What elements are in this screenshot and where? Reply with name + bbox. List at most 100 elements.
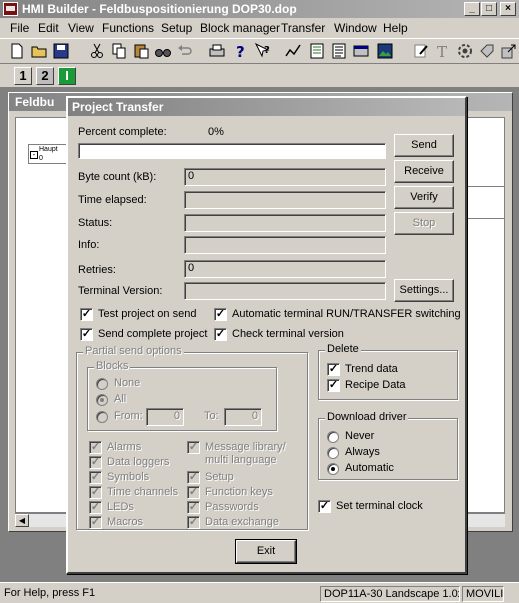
function-keys-label: Function keys [205,486,273,498]
settings-button[interactable]: Settings... [394,279,454,302]
data-loggers-label: Data loggers [107,456,170,468]
percent-complete-label: Percent complete: [78,126,167,138]
menu-edit[interactable]: Edit [38,21,59,35]
image-icon[interactable] [376,42,394,60]
blocks-all-radio[interactable] [96,394,108,406]
screen-info-button[interactable]: I [58,67,76,85]
percent-complete-value: 0% [208,126,224,138]
test-project-checkbox[interactable]: ✓ [80,308,93,321]
trend-data-checkbox[interactable]: ✓ [327,363,340,376]
data-exchange-checkbox[interactable]: ✓ [187,516,200,529]
menu-transfer[interactable]: Transfer [281,21,325,35]
receive-button[interactable]: Receive [394,160,454,183]
blocks-from-field[interactable]: 0 [146,408,184,426]
driver-automatic-radio[interactable] [327,463,339,475]
terminal-version-label: Terminal Version: [78,285,163,297]
new-file-icon[interactable] [8,42,26,60]
set-clock-checkbox[interactable]: ✓ [318,500,331,513]
export-icon[interactable] [500,42,518,60]
screen-toolbar: 1 2 I [0,64,519,88]
print-icon[interactable] [208,42,226,60]
screen-1-button[interactable]: 1 [14,67,32,85]
blocks-none-radio[interactable] [96,378,108,390]
copy-icon[interactable] [110,42,128,60]
close-button[interactable]: × [500,2,516,16]
settings-gear-icon[interactable] [456,42,474,60]
send-complete-checkbox[interactable]: ✓ [80,328,93,341]
edit-icon[interactable] [412,42,430,60]
svg-text:?: ? [236,43,245,60]
blocks-to-field[interactable]: 0 [224,408,262,426]
menu-block-manager[interactable]: Block manager [200,21,280,35]
window-icon[interactable] [352,42,370,60]
macros-label: Macros [107,516,144,528]
function-keys-checkbox[interactable]: ✓ [187,486,200,499]
menu-help[interactable]: Help [383,21,408,35]
send-button[interactable]: Send [394,134,454,157]
send-complete-label: Send complete project [98,328,208,340]
app-title-bar[interactable]: HMI Builder - Feldbuspositionierung DOP3… [0,0,519,18]
text-tool-icon[interactable]: T [434,42,452,61]
blocks-title: Blocks [94,360,131,372]
retries-label: Retries: [78,264,116,276]
blocks-none-label: None [114,377,141,389]
time-channels-label: Time channels [107,486,179,498]
block-list-icon[interactable] [308,42,326,60]
data-loggers-checkbox[interactable]: ✓ [89,456,102,469]
save-icon[interactable] [52,42,70,60]
symbols-checkbox[interactable]: ✓ [89,471,102,484]
screen-2-button[interactable]: 2 [36,67,54,85]
progress-bar [78,143,386,159]
menu-window[interactable]: Window [334,21,377,35]
stop-button[interactable]: Stop [394,212,454,235]
cut-icon[interactable] [88,42,106,60]
macros-checkbox[interactable]: ✓ [89,516,102,529]
check-version-checkbox[interactable]: ✓ [214,328,227,341]
minimize-button[interactable]: _ [464,2,480,16]
trend-icon[interactable] [284,42,302,60]
message-library-checkbox[interactable]: ✓ [187,441,200,454]
alarms-checkbox[interactable]: ✓ [89,441,102,454]
retries-field: 0 [184,260,386,278]
menu-view[interactable]: View [68,21,94,35]
menu-setup[interactable]: Setup [161,21,192,35]
paste-icon[interactable] [132,42,150,60]
driver-always-label: Always [345,446,380,458]
app-icon [3,2,18,16]
time-channels-checkbox[interactable]: ✓ [89,486,102,499]
verify-button[interactable]: Verify [394,186,454,209]
auto-switch-checkbox[interactable]: ✓ [214,308,227,321]
recipe-data-checkbox[interactable]: ✓ [327,379,340,392]
exit-button[interactable]: Exit [235,539,297,564]
open-folder-icon[interactable] [30,42,48,60]
app-title: HMI Builder - Feldbuspositionierung DOP3… [22,2,297,16]
help-icon[interactable]: ? [232,42,250,61]
driver-automatic-label: Automatic [345,462,394,474]
blocks-all-label: All [114,393,127,405]
status-field [184,214,386,232]
menu-file[interactable]: File [10,21,29,35]
scroll-left-icon[interactable]: ◀ [15,514,29,527]
expand-icon[interactable]: - [30,151,38,159]
undo-icon[interactable] [176,42,194,60]
tag-icon[interactable] [478,42,496,60]
leds-checkbox[interactable]: ✓ [89,501,102,514]
data-exchange-label: Data exchange [205,516,279,528]
blocks-to-label: To: [204,410,219,422]
check-version-label: Check terminal version [232,328,344,340]
dialog-title-bar[interactable]: Project Transfer [68,98,465,116]
setup-label: Setup [205,471,234,483]
text-list-icon[interactable] [330,42,348,60]
driver-always-radio[interactable] [327,447,339,459]
passwords-checkbox[interactable]: ✓ [187,501,200,514]
driver-never-radio[interactable] [327,431,339,443]
context-help-icon[interactable]: ? [254,42,272,60]
maximize-button[interactable]: □ [481,2,497,16]
blocks-group: Blocks None All From: 0 To: 0 [87,360,277,431]
setup-checkbox[interactable]: ✓ [187,471,200,484]
symbols-label: Symbols [107,471,150,483]
blocks-from-radio[interactable] [96,411,108,423]
menu-functions[interactable]: Functions [102,21,154,35]
status-help-text: For Help, press F1 [4,587,96,599]
find-icon[interactable] [154,42,172,60]
